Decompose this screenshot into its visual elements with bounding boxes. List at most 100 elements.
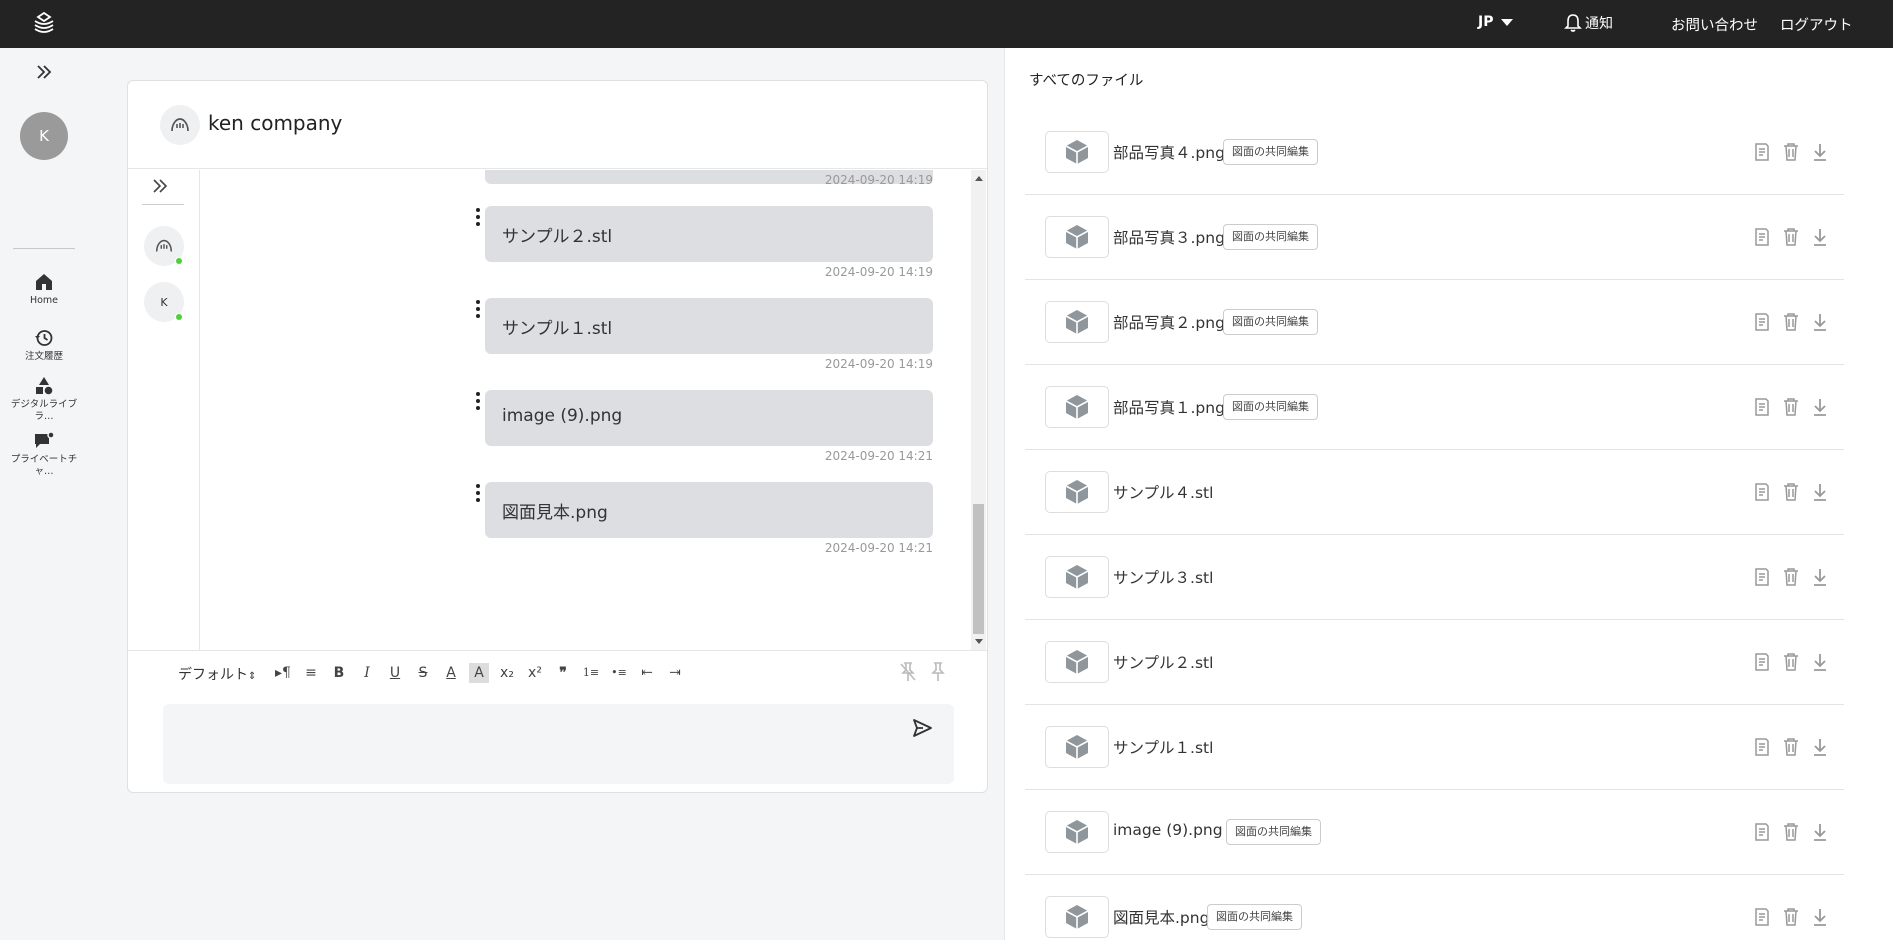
trash-icon[interactable] [1782, 312, 1800, 332]
align-button[interactable]: ≡ [301, 663, 321, 683]
file-name[interactable]: image (9).png [1113, 821, 1223, 839]
ordered-list-button[interactable]: 1≡ [581, 663, 601, 683]
coedit-tag[interactable]: 図面の共同編集 [1207, 904, 1302, 930]
document-icon[interactable] [1753, 142, 1771, 162]
trash-icon[interactable] [1782, 482, 1800, 502]
download-icon[interactable] [1811, 907, 1829, 927]
trash-icon[interactable] [1782, 652, 1800, 672]
download-icon[interactable] [1811, 142, 1829, 162]
download-icon[interactable] [1811, 567, 1829, 587]
file-row[interactable]: サンプル２.stl [1025, 620, 1844, 705]
nav-item-digital-library[interactable]: デジタルライブラ… [4, 376, 84, 423]
paragraph-direction-button[interactable]: ▸¶ [273, 663, 293, 683]
logo-icon[interactable] [30, 10, 58, 38]
double-chevron-right-icon[interactable] [33, 61, 55, 83]
indent-button[interactable]: ⇥ [665, 663, 685, 683]
send-icon[interactable] [911, 717, 933, 739]
document-icon[interactable] [1753, 227, 1771, 247]
file-thumbnail[interactable] [1045, 896, 1109, 938]
file-thumbnail[interactable] [1045, 471, 1109, 513]
file-name[interactable]: サンプル１.stl [1113, 736, 1213, 758]
scroll-up-arrow-icon[interactable] [975, 176, 983, 181]
file-name[interactable]: 部品写真４.png [1113, 141, 1225, 163]
member-avatar-k[interactable]: K [144, 282, 184, 322]
message-bubble[interactable]: サンプル２.stl [485, 206, 933, 262]
document-icon[interactable] [1753, 312, 1771, 332]
bold-button[interactable]: B [329, 663, 349, 683]
document-icon[interactable] [1753, 822, 1771, 842]
document-icon[interactable] [1753, 482, 1771, 502]
messages-scrollbar[interactable] [971, 170, 986, 650]
underline-button[interactable]: U [385, 663, 405, 683]
file-thumbnail[interactable] [1045, 386, 1109, 428]
kebab-menu-icon[interactable] [472, 390, 484, 412]
trash-icon[interactable] [1782, 227, 1800, 247]
trash-icon[interactable] [1782, 907, 1800, 927]
download-icon[interactable] [1811, 227, 1829, 247]
superscript-button[interactable]: x² [525, 663, 545, 683]
notifications-link[interactable]: 通知 [1564, 13, 1613, 33]
coedit-tag[interactable]: 図面の共同編集 [1223, 309, 1318, 335]
file-name[interactable]: サンプル４.stl [1113, 481, 1213, 503]
bullet-list-button[interactable]: •≡ [609, 663, 629, 683]
highlight-color-button[interactable]: A [469, 663, 489, 683]
scrollbar-thumb[interactable] [973, 504, 984, 634]
file-row[interactable]: 部品写真４.png 図面の共同編集 [1025, 110, 1844, 195]
language-selector[interactable]: JP [1478, 14, 1514, 30]
nav-item-private-chat[interactable]: プライベートチャ… [4, 431, 84, 478]
contact-link[interactable]: お問い合わせ [1671, 14, 1758, 35]
file-thumbnail[interactable] [1045, 556, 1109, 598]
document-icon[interactable] [1753, 397, 1771, 417]
file-thumbnail[interactable] [1045, 726, 1109, 768]
file-name[interactable]: 部品写真３.png [1113, 226, 1225, 248]
download-icon[interactable] [1811, 312, 1829, 332]
coedit-tag[interactable]: 図面の共同編集 [1223, 224, 1318, 250]
pin-icon[interactable] [928, 661, 948, 683]
document-icon[interactable] [1753, 907, 1771, 927]
file-thumbnail[interactable] [1045, 641, 1109, 683]
file-row[interactable]: サンプル４.stl [1025, 450, 1844, 535]
file-thumbnail[interactable] [1045, 301, 1109, 343]
double-chevron-right-icon[interactable] [150, 176, 170, 196]
logout-link[interactable]: ログアウト [1780, 14, 1853, 35]
text-color-button[interactable]: A [441, 663, 461, 683]
download-icon[interactable] [1811, 397, 1829, 417]
member-avatar-company[interactable] [144, 226, 184, 266]
trash-icon[interactable] [1782, 397, 1800, 417]
file-name[interactable]: サンプル３.stl [1113, 566, 1213, 588]
message-input[interactable] [163, 704, 954, 784]
strikethrough-button[interactable]: S [413, 663, 433, 683]
download-icon[interactable] [1811, 822, 1829, 842]
file-name[interactable]: 図面見本.png [1113, 906, 1209, 928]
outdent-button[interactable]: ⇤ [637, 663, 657, 683]
document-icon[interactable] [1753, 567, 1771, 587]
nav-item-home[interactable]: Home [4, 272, 84, 307]
download-icon[interactable] [1811, 737, 1829, 757]
file-row[interactable]: 図面見本.png 図面の共同編集 [1025, 875, 1844, 940]
file-row[interactable]: 部品写真２.png 図面の共同編集 [1025, 280, 1844, 365]
file-thumbnail[interactable] [1045, 216, 1109, 258]
document-icon[interactable] [1753, 652, 1771, 672]
file-thumbnail[interactable] [1045, 811, 1109, 853]
file-name[interactable]: 部品写真１.png [1113, 396, 1225, 418]
file-row[interactable]: 部品写真１.png 図面の共同編集 [1025, 365, 1844, 450]
file-name[interactable]: サンプル２.stl [1113, 651, 1213, 673]
font-selector[interactable]: デフォルト⇕ [178, 664, 256, 684]
scroll-down-arrow-icon[interactable] [975, 639, 983, 644]
message-bubble[interactable]: image (9).png [485, 390, 933, 446]
file-row[interactable]: サンプル１.stl [1025, 705, 1844, 790]
document-icon[interactable] [1753, 737, 1771, 757]
trash-icon[interactable] [1782, 567, 1800, 587]
download-icon[interactable] [1811, 652, 1829, 672]
blockquote-button[interactable]: ❞ [553, 663, 573, 683]
kebab-menu-icon[interactable] [472, 206, 484, 228]
coedit-tag[interactable]: 図面の共同編集 [1226, 819, 1321, 845]
file-thumbnail[interactable] [1045, 131, 1109, 173]
message-bubble[interactable]: 図面見本.png [485, 482, 933, 538]
coedit-tag[interactable]: 図面の共同編集 [1223, 394, 1318, 420]
nav-item-order-history[interactable]: 注文履歴 [4, 328, 84, 363]
trash-icon[interactable] [1782, 737, 1800, 757]
user-avatar[interactable]: K [20, 112, 68, 160]
message-bubble[interactable]: サンプル１.stl [485, 298, 933, 354]
file-row[interactable]: サンプル３.stl [1025, 535, 1844, 620]
